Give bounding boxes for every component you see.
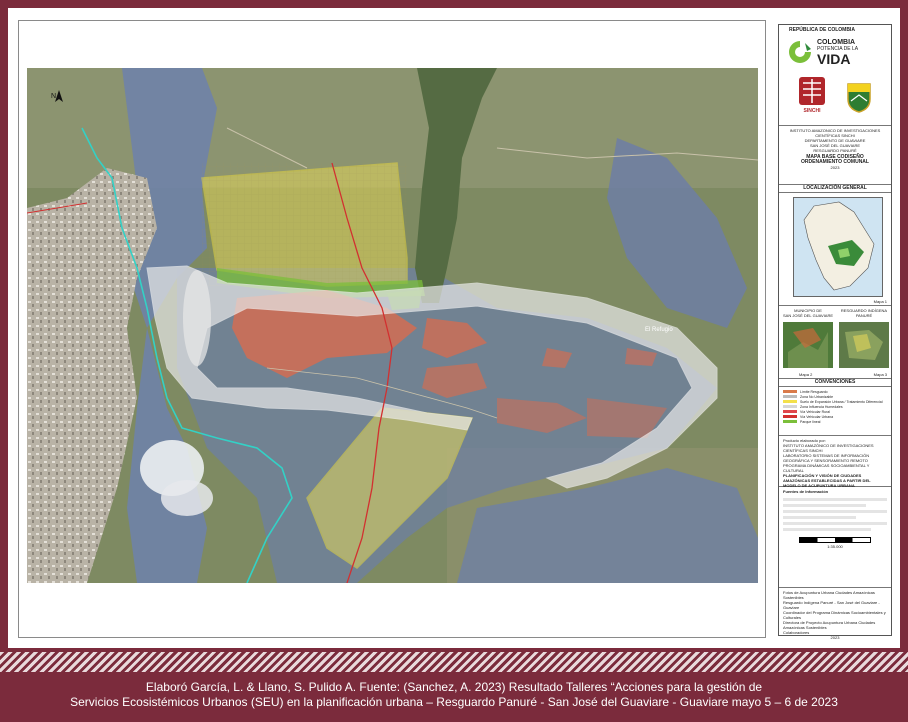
footer-section: Fotos de Acupuntura Urbana Ciudades Amaz…: [779, 588, 891, 642]
convention-label: Límite Resguardo: [800, 389, 828, 394]
convention-label: Zona Influencia Humedales: [800, 404, 843, 409]
credit-line: INSTITUTO AMAZÓNICO DE INVESTIGACIONES C…: [783, 443, 874, 453]
legend-panel: REPÚBLICA DE COLOMBIA COLOMBIA POTENCIA …: [778, 24, 892, 640]
footer-line: Resguardo Indígena Panuré - San José del…: [783, 600, 880, 610]
conventions-list: Límite Resguardo Zona No Urbanizable Suelo…: [779, 387, 891, 424]
resguardo-title-line-2: PANURÉ: [855, 313, 873, 318]
convention-label: Parque lineal: [800, 419, 821, 424]
sinchi-logo-text: SINCHI: [803, 108, 821, 114]
colombia-logo: [787, 39, 813, 65]
scale-bar: [799, 537, 871, 543]
org-line: RESGUARDO PANURÉ: [813, 148, 857, 153]
convention-swatch: [783, 395, 797, 398]
location-title: LOCALIZACIÓN GENERAL: [779, 185, 891, 193]
map-2-label: Mapa 2: [799, 372, 813, 377]
brand-line-1: COLOMBIA: [817, 39, 856, 46]
credits-section: Producto elaborado por: INSTITUTO AMAZÓN…: [779, 436, 891, 488]
convention-item: Suelo de Expansión Urbana / Tratamiento …: [783, 399, 891, 404]
footer-line: Directora de Proyecto Acupuntura Urbana …: [783, 620, 876, 630]
convention-item: Parque lineal: [783, 419, 891, 424]
resguardo-inset-map: [839, 322, 889, 368]
guaviare-shield-icon: [845, 81, 873, 113]
convention-swatch: [783, 410, 797, 413]
place-label: El Refugio: [645, 327, 673, 333]
logos-section: REPÚBLICA DE COLOMBIA COLOMBIA POTENCIA …: [779, 27, 891, 126]
sources-title: Fuentes de Información: [783, 489, 829, 494]
sources-section: Fuentes de Información 1:35.000: [779, 487, 891, 588]
convention-swatch: [783, 415, 797, 418]
convention-swatch: [783, 400, 797, 403]
caption: Elaboró García, L. & Llano, S. Pulido A.…: [0, 680, 908, 710]
convention-swatch: [783, 390, 797, 393]
conventions-section: CONVENCIONES Límite Resguardo Zona No Urb…: [779, 379, 891, 436]
inset-maps-section: MUNICIPIO DE SAN JOSÉ DEL GUAVIARE RESGU…: [779, 306, 891, 379]
caption-line-2: Servicios Ecosistémicos Urbanos (SEU) en…: [70, 695, 838, 709]
convention-label: Zona No Urbanizable: [800, 394, 834, 399]
convention-label: Suelo de Expansión Urbana / Tratamiento …: [800, 399, 883, 404]
convention-label: Vía Vehicular Urbana: [800, 414, 834, 419]
footer-line: Fotos de Acupuntura Urbana Ciudades Amaz…: [783, 590, 875, 600]
footer-line: Coordinador del Programa Dinámicas Socio…: [783, 610, 886, 620]
org-section: INSTITUTO AMAZONICO DE INVESTIGACIONES C…: [779, 126, 891, 185]
location-inset-map: [793, 197, 883, 297]
credit-line: PLANIFICACIÓN Y VISIÓN DE CIUDADES AMAZÓ…: [783, 473, 871, 488]
sources-text-block: [783, 498, 887, 531]
map-3-label: Mapa 3: [873, 372, 887, 377]
scale-text: 1:35.000: [827, 544, 843, 549]
map-year: 2023: [830, 165, 840, 170]
brand-line-3: VIDA: [817, 51, 851, 67]
municipio-inset-map: [783, 322, 833, 368]
convention-swatch: [783, 420, 797, 423]
credit-line: LABORATORIO SISTEMAS DE INFORMACIÓN GEOG…: [783, 453, 870, 463]
sinchi-logo: SINCHI: [797, 75, 827, 119]
north-label: N: [51, 93, 56, 100]
credit-line: PROGRAMA DINÁMICAS SOCIOAMBIENTAL Y CULT…: [783, 463, 870, 473]
location-section: LOCALIZACIÓN GENERAL Mapa 1: [779, 185, 891, 306]
convention-label: Vía Vehicular Rural: [800, 409, 830, 414]
municipio-title-line-2: SAN JOSÉ DEL GUAVIARE: [782, 313, 833, 318]
satellite-map: N El Refugio: [27, 68, 758, 583]
footer-year: 2023: [830, 635, 840, 640]
conventions-title: CONVENCIONES: [779, 379, 891, 387]
map-1-label: Mapa 1: [873, 299, 887, 304]
caption-line-1: Elaboró García, L. & Llano, S. Pulido A.…: [145, 680, 763, 694]
convention-swatch: [783, 405, 797, 408]
decorative-stripe: [0, 652, 908, 672]
country-label: REPÚBLICA DE COLOMBIA: [789, 27, 855, 33]
